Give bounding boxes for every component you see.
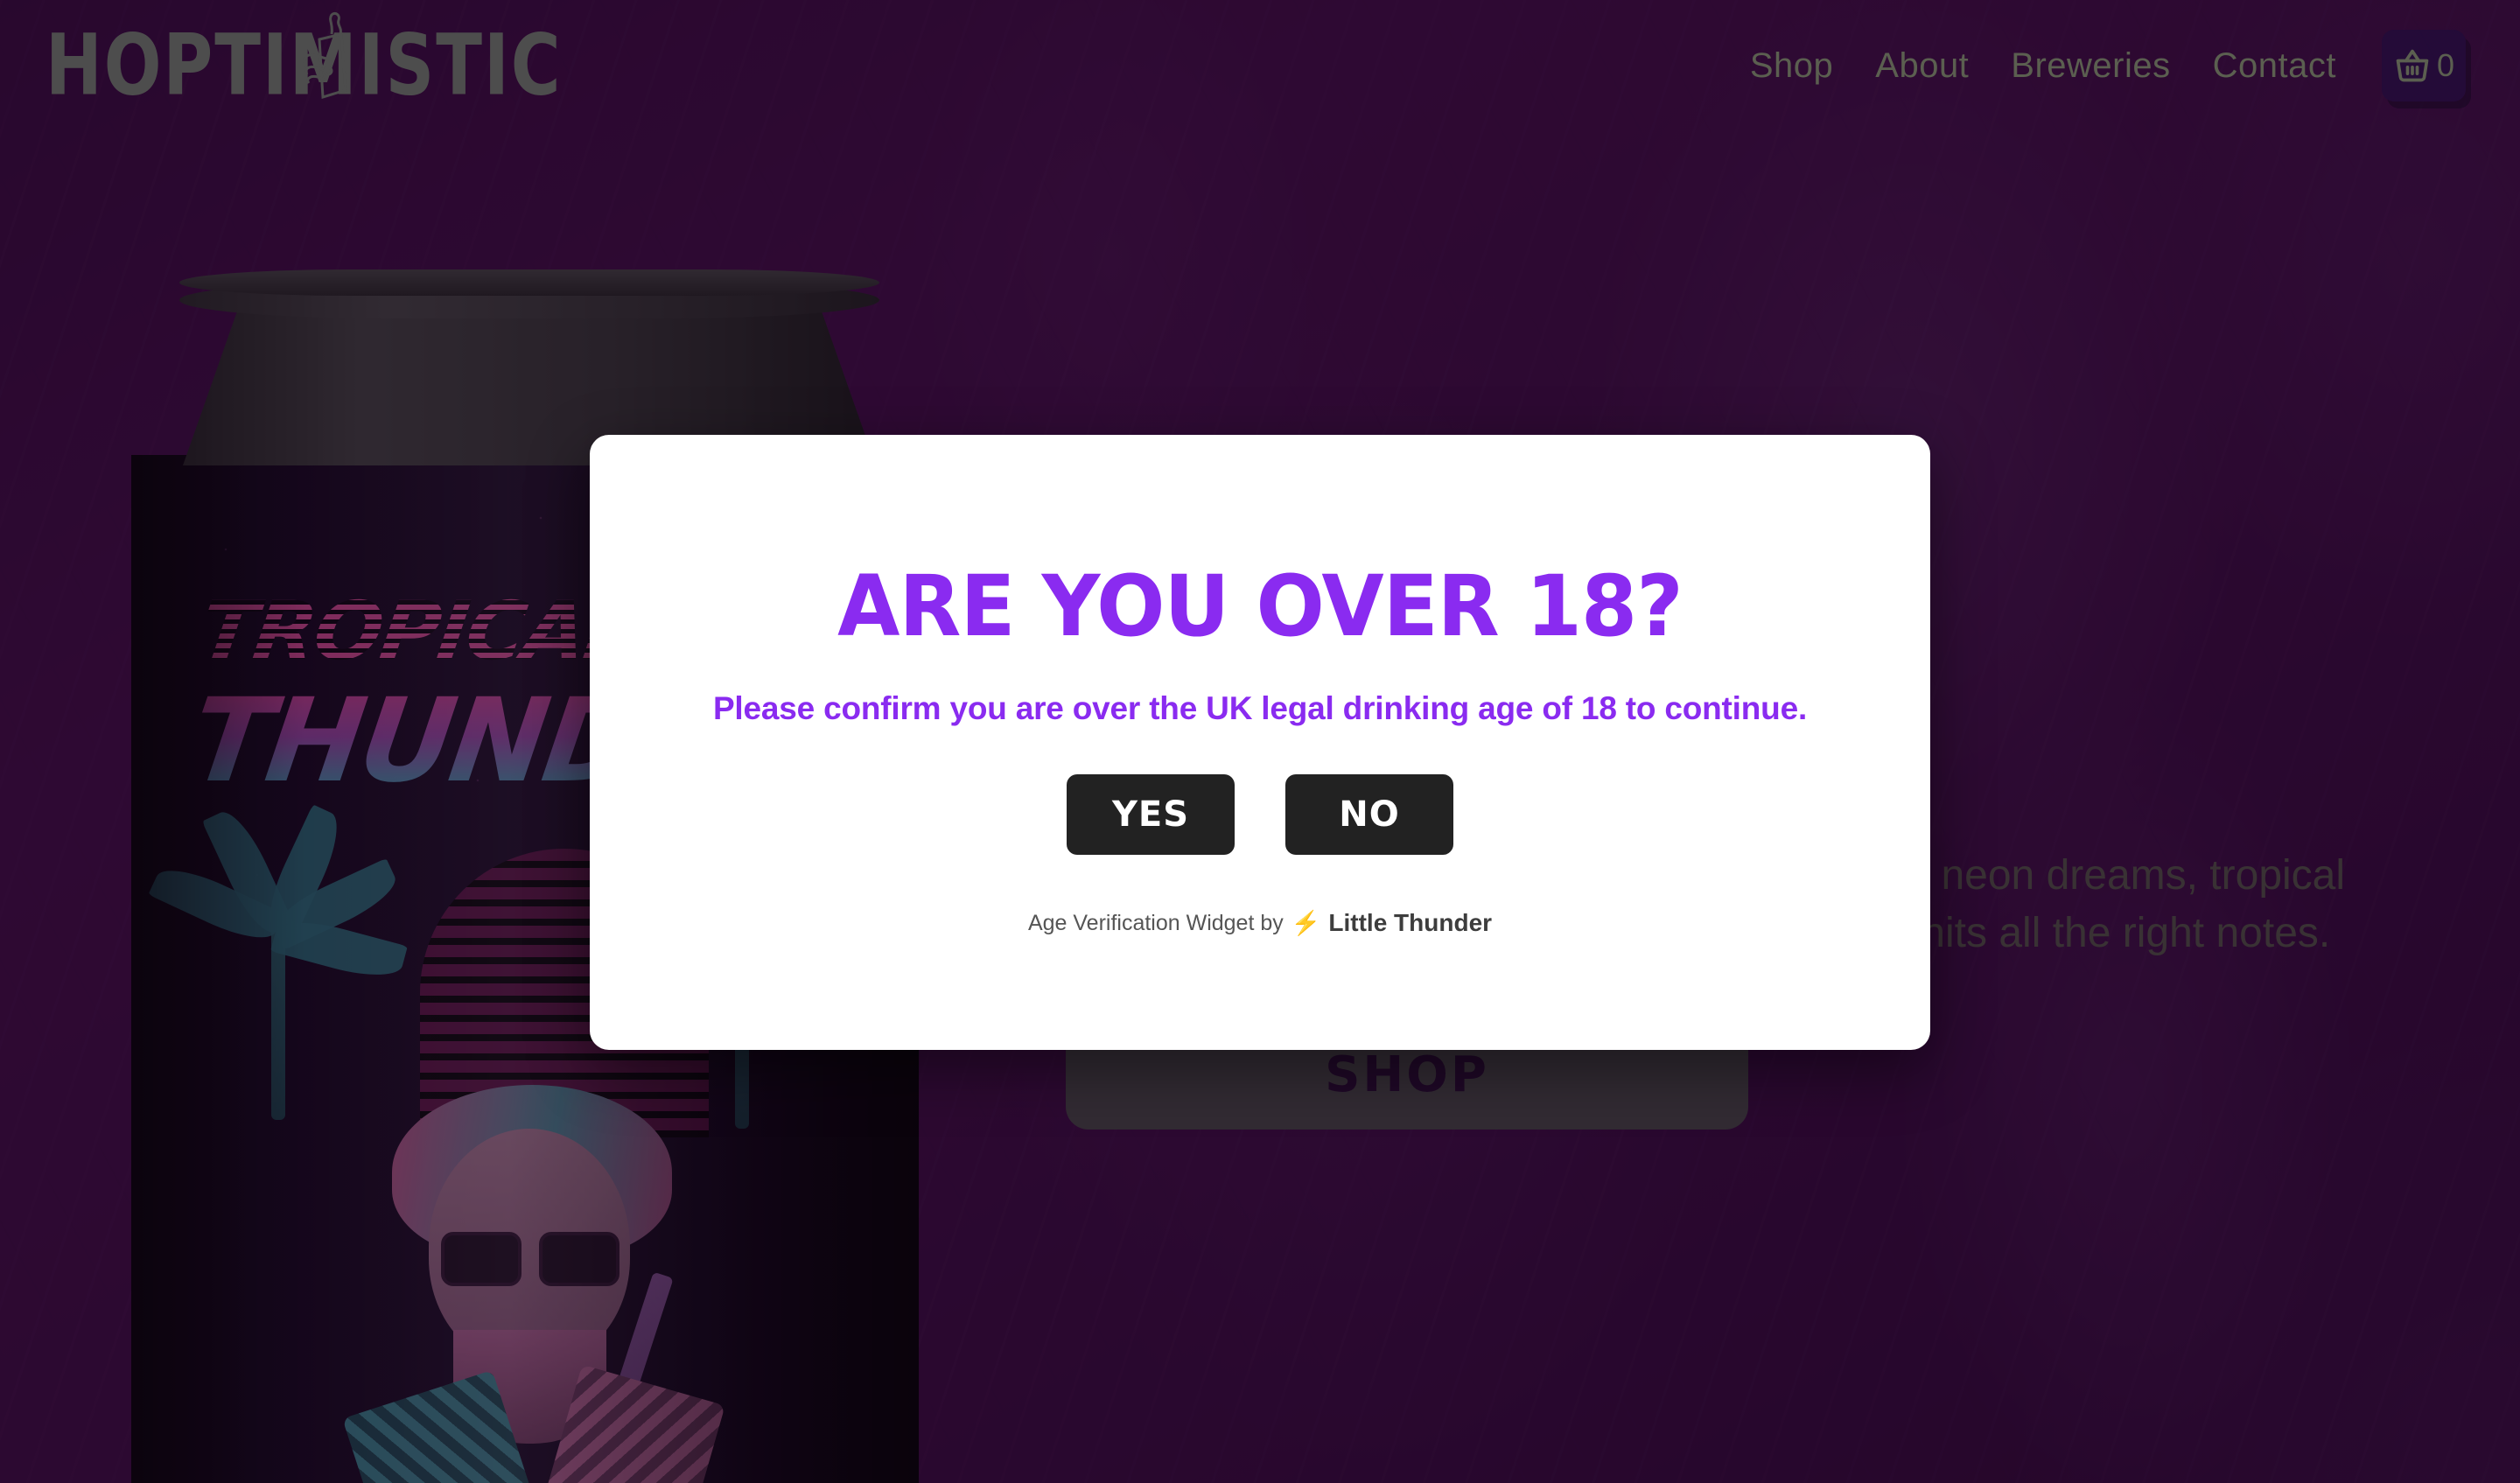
shopping-basket-icon: [2396, 49, 2429, 82]
age-verification-modal: ARE YOU OVER 18? Please confirm you are …: [590, 435, 1930, 1050]
nav-item-contact[interactable]: Contact: [2192, 46, 2357, 86]
modal-actions: YES NO: [1067, 774, 1453, 855]
main-navigation: Shop About Breweries Contact 0: [1729, 30, 2466, 101]
modal-description: Please confirm you are over the UK legal…: [712, 690, 1808, 726]
basket-count: 0: [2436, 47, 2455, 83]
widget-credit: Age Verification Widget by ⚡ Little Thun…: [1028, 909, 1492, 937]
age-yes-button[interactable]: YES: [1067, 774, 1235, 855]
nav-item-breweries[interactable]: Breweries: [1990, 46, 2191, 86]
widget-credit-prefix: Age Verification Widget by: [1027, 910, 1284, 935]
age-no-button[interactable]: NO: [1285, 774, 1453, 855]
site-logo[interactable]: HOPTIMISTIC: [46, 11, 563, 118]
basket-button[interactable]: 0: [2382, 30, 2466, 101]
site-header: HOPTIMISTIC Shop About Breweries Contact: [0, 0, 2520, 131]
lightning-bolt-icon: ⚡: [1291, 910, 1321, 936]
page-root: TROPICAL THUNDER TROPICAL THUNDER IPA Sa…: [0, 0, 2520, 1483]
hand-holding-can-icon: [303, 11, 347, 99]
widget-credit-brand: Little Thunder: [1328, 909, 1493, 936]
nav-item-about[interactable]: About: [1854, 46, 1990, 86]
nav-item-shop[interactable]: Shop: [1729, 46, 1854, 86]
modal-title: ARE YOU OVER 18?: [837, 557, 1684, 655]
